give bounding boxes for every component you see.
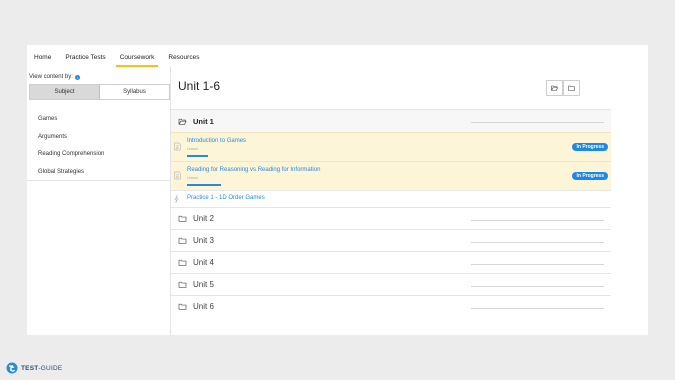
unit-label: Unit 1 [193,116,214,126]
open-folder-icon [551,85,558,91]
sidebar-item-arguments[interactable]: Arguments [27,129,171,147]
status-badge: In Progress [572,172,608,180]
unit-label: Unit 4 [193,258,214,267]
sidebar-item-games[interactable]: Games [27,111,171,129]
lesson-row[interactable]: Introduction to Games Lesson In Progress [171,132,611,161]
unit-progress-line [471,264,604,265]
unit-row-6[interactable]: Unit 6 [171,295,611,317]
lesson-title[interactable]: Introduction to Games [187,138,246,144]
unit-progress-line [471,308,604,309]
document-icon [174,142,181,151]
status-badge: In Progress [572,143,608,151]
folder-icon [178,303,187,310]
folder-icon [178,259,187,266]
expand-all-button[interactable] [546,80,563,96]
lesson-progress-bar [187,184,221,186]
folder-icon [178,237,187,244]
unit-row-4[interactable]: Unit 4 [171,251,611,273]
unit-row-3[interactable]: Unit 3 [171,229,611,251]
sidebar: View content by: i Subject Syllabus Game… [27,67,171,335]
lesson-type: Lesson [187,176,199,180]
view-content-by-label: View content by: i [29,74,80,80]
top-nav: Home Practice Tests Coursework Resources [27,45,206,67]
lesson-row[interactable]: Reading for Reasoning vs Reading for Inf… [171,161,611,190]
tab-coursework[interactable]: Coursework [113,54,162,67]
tab-home[interactable]: Home [27,54,58,67]
collapse-all-button[interactable] [563,80,580,96]
syllabus-toggle-button[interactable]: Syllabus [100,85,169,99]
unit-row-5[interactable]: Unit 5 [171,273,611,295]
unit-progress-line [471,220,604,221]
sidebar-item-global-strategies[interactable]: Global Strategies [27,164,171,182]
logo-wordmark: TEST-GUIDE [21,364,63,372]
sidebar-item-reading-comprehension[interactable]: Reading Comprehension [27,146,171,164]
unit-progress-line [471,286,604,287]
folder-icon [568,85,575,91]
page-title: Unit 1-6 [178,79,221,93]
folder-icon [178,281,187,288]
lesson-progress-bar [187,155,208,157]
lesson-title[interactable]: Reading for Reasoning vs Reading for Inf… [187,167,320,173]
tab-resources[interactable]: Resources [161,54,206,67]
document-icon [174,171,181,180]
subject-list: Games Arguments Reading Comprehension Gl… [27,111,171,181]
unit-progress-line [471,242,604,243]
subject-toggle-button[interactable]: Subject [30,85,100,99]
unit-label: Unit 5 [193,280,214,289]
unit-label: Unit 6 [193,302,214,311]
view-toggle: Subject Syllabus [29,84,170,100]
unit-progress-line [471,122,604,123]
test-guide-logo: TEST-GUIDE [6,362,62,374]
sidebar-divider [27,180,171,181]
view-buttons [546,80,580,96]
unit-label: Unit 2 [193,214,214,223]
main-content: Unit 1-6 Unit 1 Introduction to Games Le… [171,67,648,335]
unit-row-1[interactable]: Unit 1 [171,109,611,132]
unit-row-2[interactable]: Unit 2 [171,207,611,229]
practice-row[interactable]: Practice 1 - 1D Order Games [171,190,611,207]
lightning-icon [174,195,179,203]
unit-label: Unit 3 [193,236,214,245]
open-folder-icon [178,118,187,125]
practice-label[interactable]: Practice 1 - 1D Order Games [187,195,265,201]
test-guide-logo-icon [6,362,18,374]
folder-icon [178,215,187,222]
coursework-panel: Home Practice Tests Coursework Resources… [27,45,648,335]
info-icon[interactable]: i [74,74,80,80]
view-by-text: View content by: [29,74,73,80]
tab-practice-tests[interactable]: Practice Tests [58,54,112,67]
unit-list: Unit 1 Introduction to Games Lesson In P… [171,109,611,317]
lesson-type: Lesson [187,147,199,151]
